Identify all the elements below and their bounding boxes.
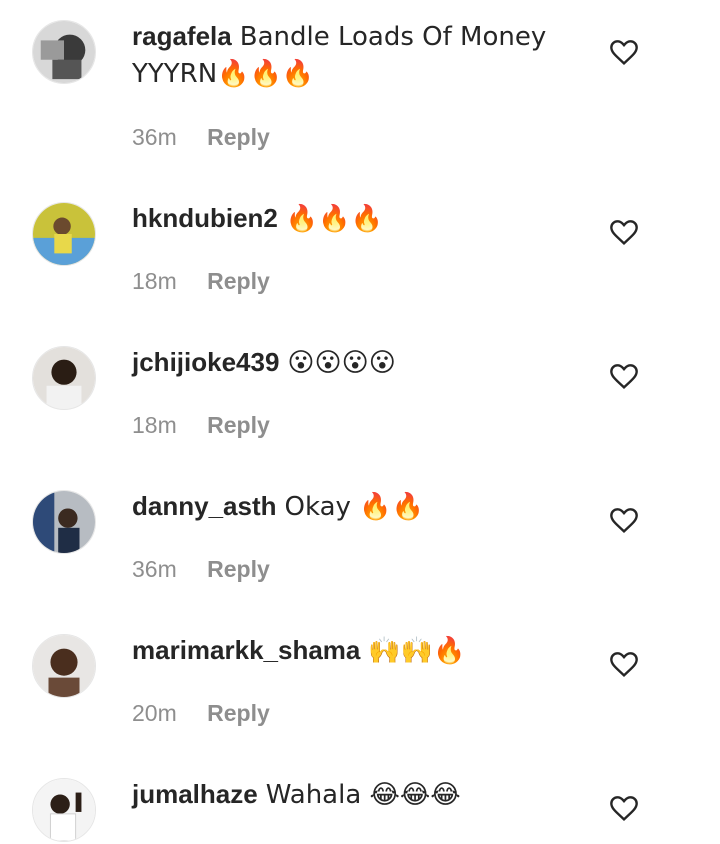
avatar[interactable] xyxy=(32,20,96,84)
comment-meta: 18m Reply xyxy=(132,412,270,439)
heart-icon xyxy=(610,652,638,677)
comment-item: jumalhaze Wahala 😂😂😂 xyxy=(0,758,720,844)
comment-meta: 18m Reply xyxy=(132,268,270,295)
comment-message: 😮😮😮😮 xyxy=(287,348,396,378)
comment-text: hkndubien2 🔥🔥🔥 xyxy=(132,200,592,237)
comment-meta: 20m Reply xyxy=(132,700,270,727)
comment-text: marimarkk_shama 🙌🙌🔥 xyxy=(132,632,592,669)
avatar[interactable] xyxy=(32,634,96,698)
comment-username[interactable]: hkndubien2 xyxy=(132,203,278,233)
comment-body: danny_asth Okay 🔥🔥 xyxy=(132,488,592,525)
comment-text: jumalhaze Wahala 😂😂😂 xyxy=(132,776,592,813)
comment-item: hkndubien2 🔥🔥🔥 18m Reply xyxy=(0,182,720,326)
comment-body: hkndubien2 🔥🔥🔥 xyxy=(132,200,592,237)
heart-icon xyxy=(610,220,638,245)
reply-button[interactable]: Reply xyxy=(207,412,270,438)
comment-message: Wahala 😂😂😂 xyxy=(265,780,461,810)
comment-timestamp: 36m xyxy=(132,556,177,582)
comment-item: ragafela Bandle Loads Of Money YYYRN🔥🔥🔥 3… xyxy=(0,0,720,150)
avatar[interactable] xyxy=(32,490,96,554)
comment-meta: 36m Reply xyxy=(132,556,270,583)
reply-button[interactable]: Reply xyxy=(207,124,270,150)
comment-timestamp: 18m xyxy=(132,412,177,438)
avatar[interactable] xyxy=(32,346,96,410)
comment-timestamp: 20m xyxy=(132,700,177,726)
comment-meta: 36m Reply xyxy=(132,124,270,151)
like-button[interactable] xyxy=(608,216,640,248)
reply-button[interactable]: Reply xyxy=(207,700,270,726)
reply-button[interactable]: Reply xyxy=(207,556,270,582)
comment-body: jchijioke439 😮😮😮😮 xyxy=(132,344,592,381)
like-button[interactable] xyxy=(608,792,640,824)
comment-message: 🔥🔥🔥 xyxy=(285,204,384,234)
comment-item: marimarkk_shama 🙌🙌🔥 20m Reply xyxy=(0,614,720,758)
avatar[interactable] xyxy=(32,778,96,842)
comment-body: jumalhaze Wahala 😂😂😂 xyxy=(132,776,592,813)
heart-icon xyxy=(610,40,638,65)
comment-text: ragafela Bandle Loads Of Money YYYRN🔥🔥🔥 xyxy=(132,18,592,92)
comment-body: ragafela Bandle Loads Of Money YYYRN🔥🔥🔥 xyxy=(132,18,592,92)
comment-timestamp: 18m xyxy=(132,268,177,294)
comment-item: danny_asth Okay 🔥🔥 36m Reply xyxy=(0,470,720,614)
heart-icon xyxy=(610,796,638,821)
comment-item: jchijioke439 😮😮😮😮 18m Reply xyxy=(0,326,720,470)
heart-icon xyxy=(610,364,638,389)
comment-message: 🙌🙌🔥 xyxy=(368,636,466,666)
comment-message: Okay 🔥🔥 xyxy=(284,492,424,522)
heart-icon xyxy=(610,508,638,533)
comment-timestamp: 36m xyxy=(132,124,177,150)
comment-text: jchijioke439 😮😮😮😮 xyxy=(132,344,592,381)
avatar[interactable] xyxy=(32,202,96,266)
comment-username[interactable]: marimarkk_shama xyxy=(132,635,360,665)
comment-username[interactable]: ragafela xyxy=(132,21,232,51)
like-button[interactable] xyxy=(608,360,640,392)
comment-body: marimarkk_shama 🙌🙌🔥 xyxy=(132,632,592,669)
reply-button[interactable]: Reply xyxy=(207,268,270,294)
comment-username[interactable]: jumalhaze xyxy=(132,779,258,809)
like-button[interactable] xyxy=(608,36,640,68)
like-button[interactable] xyxy=(608,504,640,536)
like-button[interactable] xyxy=(608,648,640,680)
comment-username[interactable]: danny_asth xyxy=(132,491,277,521)
comment-text: danny_asth Okay 🔥🔥 xyxy=(132,488,592,525)
comment-username[interactable]: jchijioke439 xyxy=(132,347,279,377)
